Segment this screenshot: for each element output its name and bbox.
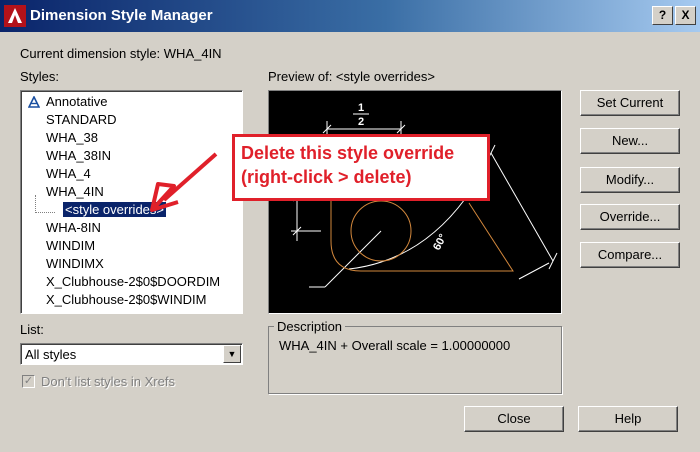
current-style-label: Current dimension style: WHA_4IN [20,46,222,61]
help-title-button[interactable]: ? [652,6,673,25]
annotation-callout: Delete this style override (right-click … [232,134,490,201]
preview-panel: 1 2 60° [268,90,562,314]
new-button[interactable]: New... [580,128,680,154]
list-select[interactable]: All styles ▼ [20,343,243,365]
xrefs-checkbox-label: Don't list styles in Xrefs [41,374,175,389]
style-item-windim[interactable]: WINDIM [46,238,95,253]
dim-angle: 60° [431,232,449,252]
styles-label: Styles: [20,69,60,84]
close-title-button[interactable]: X [675,6,696,25]
dim-fraction-bottom: 2 [358,116,364,128]
style-item-windimx[interactable]: WINDIMX [46,256,104,271]
list-label: List: [20,322,44,337]
override-button[interactable]: Override... [580,204,680,230]
modify-button[interactable]: Modify... [580,167,680,193]
style-item-wha-4[interactable]: WHA_4 [46,166,91,181]
description-group: Description WHA_4IN + Overall scale = 1.… [268,319,562,394]
style-item-standard[interactable]: STANDARD [46,112,117,127]
preview-drawing: 1 2 60° [291,102,558,288]
style-item-clubhouse-windim[interactable]: X_Clubhouse-2$0$WINDIM [46,292,206,307]
set-current-button[interactable]: Set Current [580,90,680,116]
annotation-line-2: (right-click > delete) [241,167,412,187]
annotation-line-1: Delete this style override [241,143,455,163]
preview-label: Preview of: <style overrides> [268,69,435,84]
style-item-wha-8in[interactable]: WHA-8IN [46,220,101,235]
style-item-annotative[interactable]: Annotative [46,94,107,109]
style-item-wha-38in[interactable]: WHA_38IN [46,148,111,163]
title-bar[interactable]: Dimension Style Manager ? X [0,0,700,32]
list-select-value: All styles [25,347,77,362]
xrefs-checkbox[interactable]: ✓ [22,375,35,388]
compare-button[interactable]: Compare... [580,242,680,268]
description-label: Description [274,319,346,334]
style-item-wha-38[interactable]: WHA_38 [46,130,98,145]
annotation-arrow [150,152,218,212]
annotative-icon [28,96,40,108]
dim-fraction-top: 1 [358,102,364,114]
autocad-app-icon [4,5,26,27]
style-item-clubhouse-doordim[interactable]: X_Clubhouse-2$0$DOORDIM [46,274,220,289]
description-text: WHA_4IN + Overall scale = 1.00000000 [279,338,511,353]
close-button[interactable]: Close [464,406,564,432]
window-title: Dimension Style Manager [30,7,213,24]
tree-connector [35,195,55,213]
chevron-down-icon[interactable]: ▼ [223,345,241,363]
help-button[interactable]: Help [578,406,678,432]
